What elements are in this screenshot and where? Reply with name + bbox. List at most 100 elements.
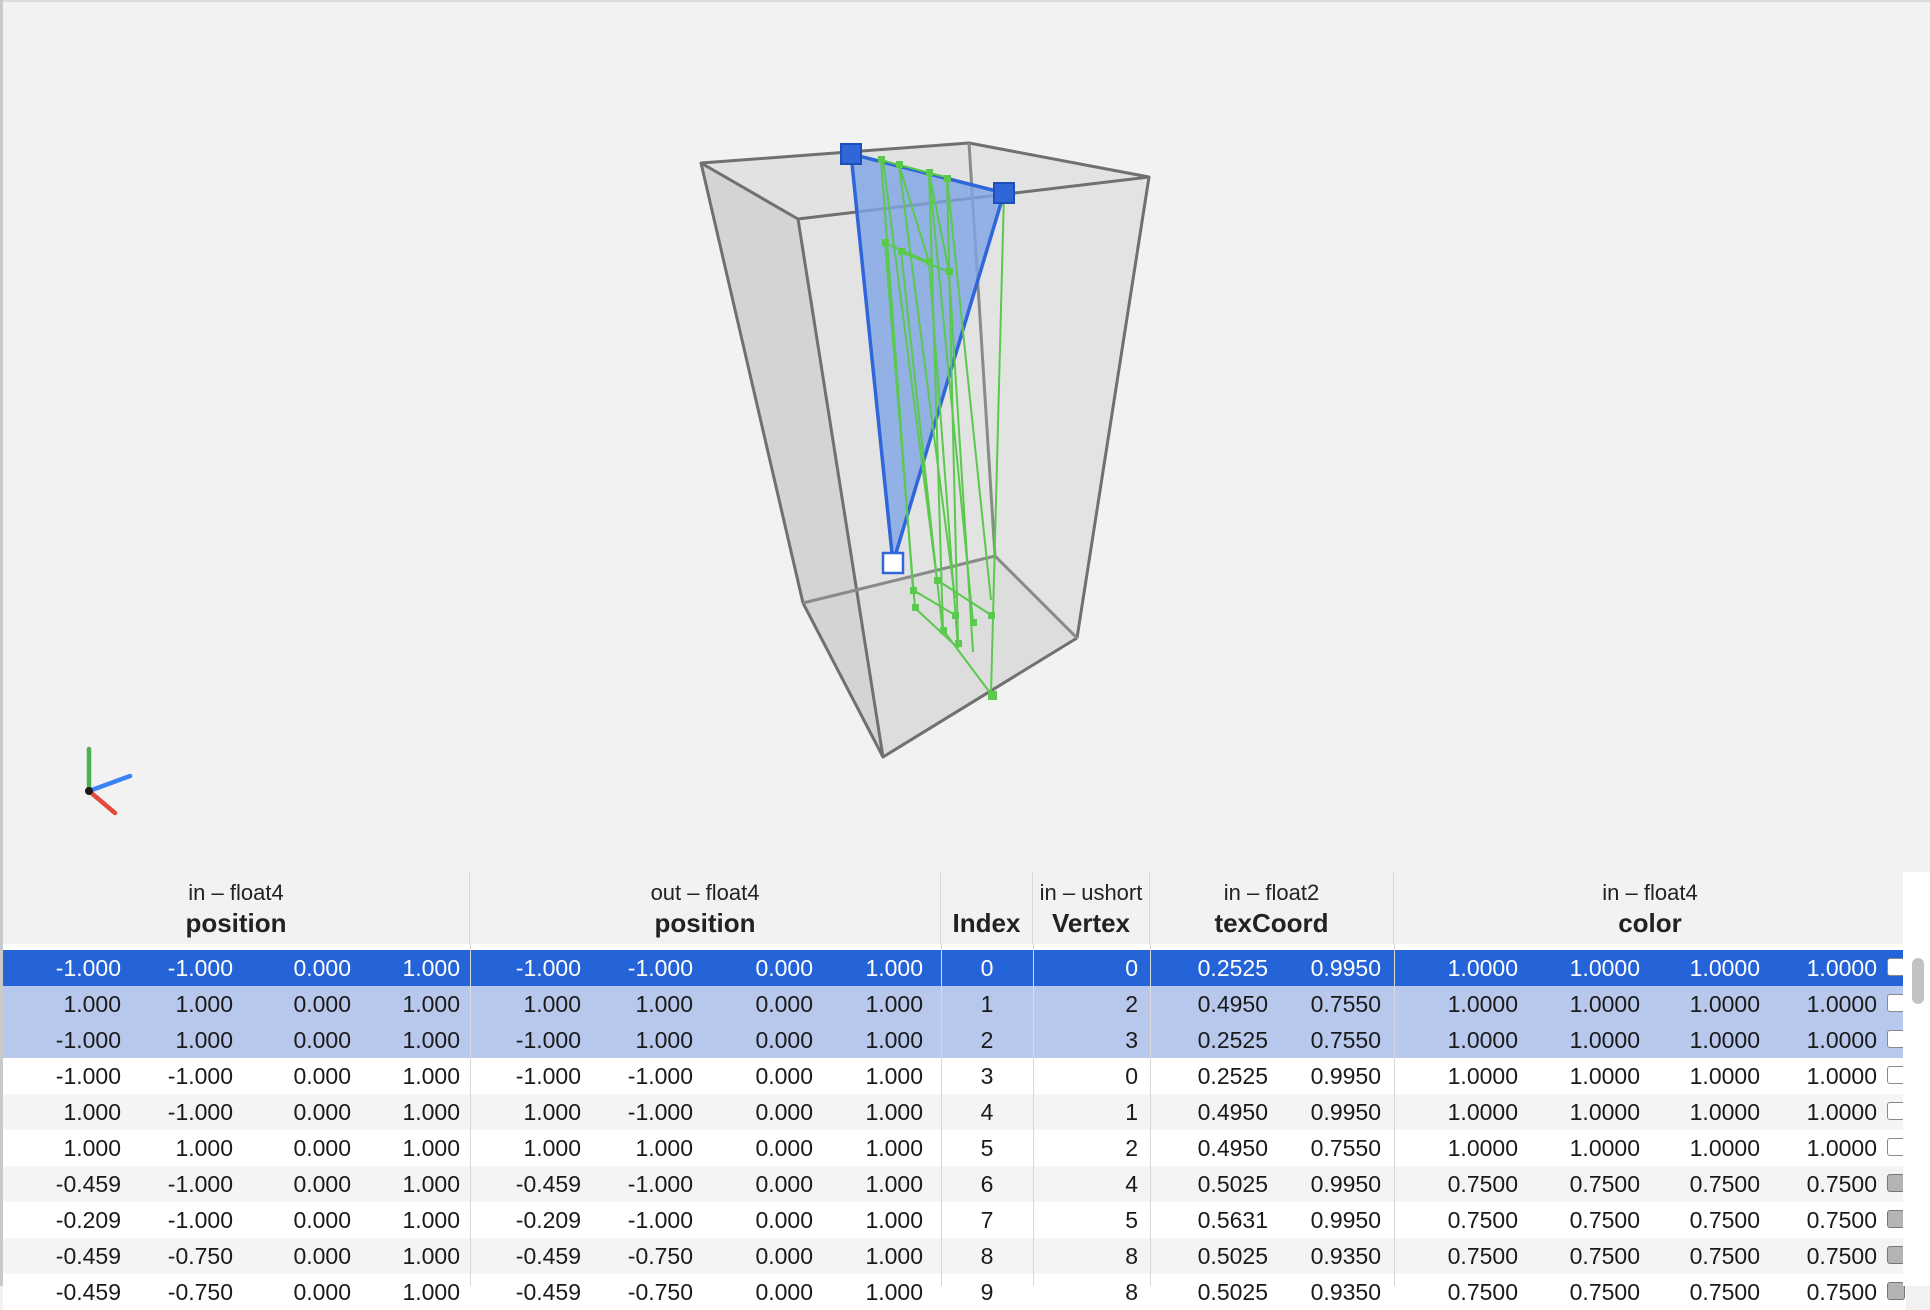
out-position-cell: -1.000	[515, 1063, 581, 1089]
selected-vertex-2[interactable]	[881, 551, 905, 575]
vertex-cell: 1	[1125, 1099, 1138, 1125]
index-cell: 9	[980, 1279, 994, 1305]
selected-vertex-0[interactable]	[840, 143, 862, 165]
in-position-cell: 0.000	[293, 1171, 351, 1197]
texcoord-cell: 0.5025	[1197, 1243, 1268, 1269]
column-header-out-position[interactable]: out – float4 position	[470, 872, 941, 944]
texcoord-cell: 0.9950	[1310, 955, 1381, 981]
texcoord-cell: 0.9350	[1310, 1243, 1381, 1269]
table-row[interactable]: -0.459 -0.750 0.000 1.000 -0.459 -0.750 0.000 1…	[3, 1238, 1906, 1274]
in-position-cell: -0.750	[167, 1243, 233, 1269]
in-position-cell: 1.000	[175, 1135, 233, 1161]
color-cell: 1.0000	[1806, 955, 1877, 981]
color-cell: 0.7500	[1806, 1243, 1877, 1269]
texcoord-cell: 0.7550	[1310, 1027, 1381, 1053]
texcoord-cell: 0.9950	[1310, 1063, 1381, 1089]
in-position-cell: 1.000	[402, 1063, 460, 1089]
in-position-cell: -0.459	[55, 1171, 121, 1197]
in-position-cell: 0.000	[293, 1207, 351, 1233]
in-position-cell: -1.000	[167, 1063, 233, 1089]
color-cell: 0.7500	[1569, 1171, 1640, 1197]
color-cell: 0.7500	[1689, 1207, 1760, 1233]
color-cell: 0.7500	[1447, 1171, 1518, 1197]
in-position-cell: 1.000	[402, 1207, 460, 1233]
column-header-index[interactable]: Index	[941, 872, 1033, 944]
in-position-cell: 1.000	[402, 991, 460, 1017]
color-cell: 0.7500	[1689, 1171, 1760, 1197]
out-position-cell: 0.000	[755, 1243, 813, 1269]
color-cell: 1.0000	[1689, 1135, 1760, 1161]
color-cell: 1.0000	[1447, 1135, 1518, 1161]
color-cell: 1.0000	[1806, 991, 1877, 1017]
out-position-cell: -1.000	[627, 1207, 693, 1233]
color-cell: 1.0000	[1806, 1099, 1877, 1125]
table-row[interactable]: -1.000 1.000 0.000 1.000 -1.000 1.000 0.000 1.0…	[3, 1022, 1906, 1058]
index-cell: 2	[980, 1027, 994, 1053]
table-scrollbar-thumb[interactable]	[1912, 958, 1924, 1004]
column-header-in-position[interactable]: in – float4 position	[3, 872, 470, 944]
color-cell: 1.0000	[1447, 991, 1518, 1017]
vertex-cell: 0	[1125, 955, 1138, 981]
in-position-cell: -1.000	[55, 955, 121, 981]
out-position-cell: -0.459	[515, 1243, 581, 1269]
in-position-cell: 1.000	[175, 1027, 233, 1053]
texcoord-cell: 0.5025	[1197, 1279, 1268, 1305]
table-row[interactable]: -0.459 -1.000 0.000 1.000 -0.459 -1.000 0.000 1…	[3, 1166, 1906, 1202]
out-position-cell: 0.000	[755, 1027, 813, 1053]
out-position-cell: 1.000	[865, 1243, 923, 1269]
in-position-cell: 0.000	[293, 1243, 351, 1269]
vertex-data-table[interactable]: in – float4 position out – float4 positi…	[0, 872, 1930, 1310]
mesh-preview[interactable]	[3, 0, 1930, 872]
out-position-cell: -1.000	[627, 1063, 693, 1089]
out-position-cell: 1.000	[865, 1279, 923, 1305]
out-position-cell: 1.000	[865, 1027, 923, 1053]
column-header-sub: in – ushort	[1039, 880, 1143, 905]
out-position-cell: 1.000	[865, 1135, 923, 1161]
color-cell: 1.0000	[1689, 1099, 1760, 1125]
out-position-cell: -1.000	[515, 1027, 581, 1053]
3d-mesh-viewport[interactable]	[0, 0, 1930, 872]
in-position-cell: 0.000	[293, 955, 351, 981]
in-position-cell: 1.000	[402, 955, 460, 981]
table-scrollbar-track[interactable]	[1903, 872, 1930, 1286]
axis-z	[86, 773, 133, 794]
out-position-cell: -0.459	[515, 1171, 581, 1197]
texcoord-cell: 0.4950	[1197, 991, 1268, 1017]
out-position-cell: 1.000	[865, 1063, 923, 1089]
column-header-sub: in – float4	[188, 880, 284, 905]
out-position-cell: 1.000	[865, 1099, 923, 1125]
column-header-color[interactable]: in – float4 color	[1394, 872, 1906, 944]
index-cell: 1	[980, 991, 994, 1017]
in-position-cell: -1.000	[167, 1099, 233, 1125]
out-position-cell: 0.000	[755, 991, 813, 1017]
texcoord-cell: 0.9950	[1310, 1171, 1381, 1197]
in-position-cell: 1.000	[402, 1171, 460, 1197]
table-row[interactable]: -0.459 -0.750 0.000 1.000 -0.459 -0.750 0.000 1…	[3, 1274, 1906, 1310]
table-row[interactable]: -1.000 -1.000 0.000 1.000 -1.000 -1.000 0.000 1…	[3, 1058, 1906, 1094]
table-row[interactable]: 1.000 1.000 0.000 1.000 1.000 1.000 0.000 1.000…	[3, 986, 1906, 1022]
texcoord-cell: 0.4950	[1197, 1099, 1268, 1125]
column-header-title: texCoord	[1214, 908, 1329, 938]
in-position-cell: 1.000	[402, 1099, 460, 1125]
selected-vertex-1[interactable]	[993, 182, 1015, 204]
index-cell: 7	[980, 1207, 994, 1233]
out-position-cell: 1.000	[865, 1171, 923, 1197]
table-row[interactable]: -0.209 -1.000 0.000 1.000 -0.209 -1.000 0.000 1…	[3, 1202, 1906, 1238]
column-header-vertex[interactable]: in – ushort Vertex	[1033, 872, 1150, 944]
table-row[interactable]: 1.000 -1.000 0.000 1.000 1.000 -1.000 0.000 1.0…	[3, 1094, 1906, 1130]
color-cell: 1.0000	[1447, 1063, 1518, 1089]
table-row[interactable]: 1.000 1.000 0.000 1.000 1.000 1.000 0.000 1.000…	[3, 1130, 1906, 1166]
texcoord-cell: 0.2525	[1197, 1027, 1268, 1053]
column-separator	[1150, 944, 1151, 1286]
texcoord-cell: 0.7550	[1310, 991, 1381, 1017]
column-header-texcoord[interactable]: in – float2 texCoord	[1150, 872, 1394, 944]
in-position-cell: -1.000	[55, 1027, 121, 1053]
color-cell: 0.7500	[1447, 1279, 1518, 1305]
vertex-cell: 8	[1125, 1243, 1138, 1269]
out-position-cell: 1.000	[865, 991, 923, 1017]
out-position-cell: -0.209	[515, 1207, 581, 1233]
color-cell: 1.0000	[1569, 1135, 1640, 1161]
color-cell: 0.7500	[1569, 1207, 1640, 1233]
texcoord-cell: 0.2525	[1197, 1063, 1268, 1089]
table-row[interactable]: -1.000 -1.000 0.000 1.000 -1.000 -1.000 0.000 1…	[3, 950, 1906, 986]
